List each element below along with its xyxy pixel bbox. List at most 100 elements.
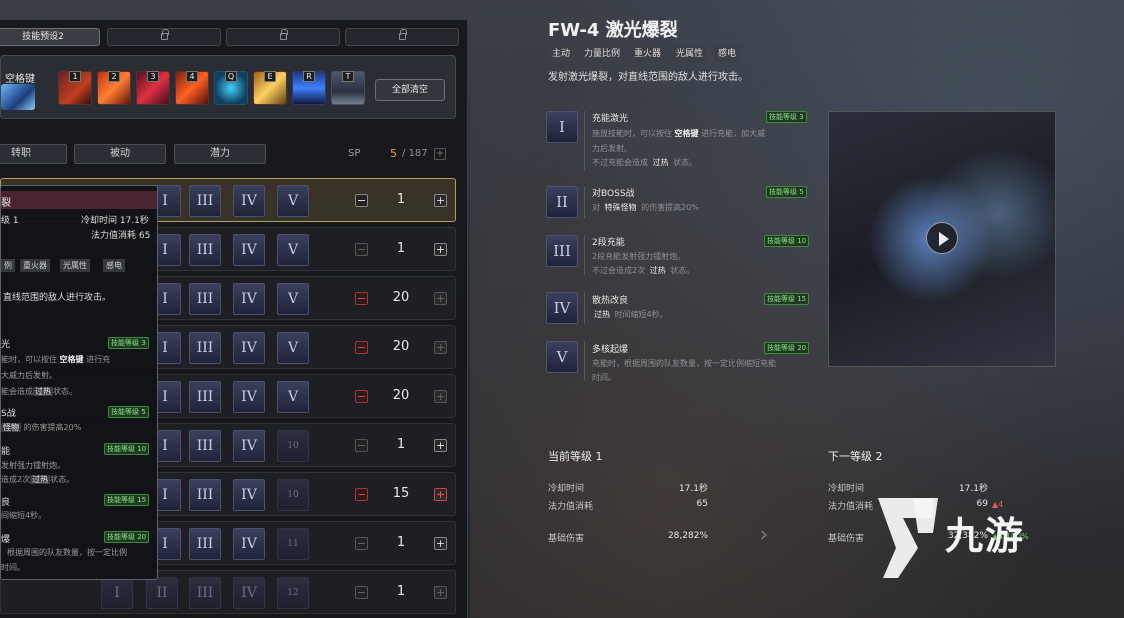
tier-upgrade-icon[interactable]: 11 bbox=[277, 528, 309, 560]
increase-level-button[interactable]: + bbox=[434, 292, 447, 305]
tier-upgrade-icon[interactable]: IV bbox=[233, 479, 265, 511]
tooltip-tier3-title: 能 bbox=[1, 447, 11, 457]
increase-level-button[interactable]: + bbox=[434, 586, 447, 599]
decrease-level-button[interactable]: − bbox=[355, 537, 368, 550]
skill-tag: 力量比例 bbox=[580, 46, 625, 62]
text: 状态。 bbox=[673, 158, 698, 167]
skill-tag: 光属性 bbox=[672, 46, 708, 62]
tier-upgrade-icon[interactable]: 12 bbox=[277, 577, 309, 609]
divider bbox=[584, 186, 585, 218]
tab-preset-locked-3[interactable] bbox=[345, 28, 459, 46]
tooltip-level: 级 1 bbox=[1, 216, 19, 226]
tier-upgrade-icon[interactable]: 10 bbox=[277, 479, 309, 511]
tier-upgrade-icon[interactable]: V bbox=[277, 381, 309, 413]
tier-upgrade-icon[interactable]: V bbox=[277, 185, 309, 217]
decrease-level-button[interactable]: − bbox=[355, 390, 368, 403]
decrease-level-button[interactable]: − bbox=[355, 194, 368, 207]
tier-upgrade-icon[interactable]: I bbox=[101, 577, 133, 609]
tier-upgrade-icon[interactable]: V bbox=[277, 332, 309, 364]
skill-slot-e[interactable]: E bbox=[253, 71, 287, 105]
tier-upgrade-icon[interactable]: IV bbox=[233, 577, 265, 609]
decrease-level-button[interactable]: − bbox=[355, 586, 368, 599]
skill-slot-q[interactable]: Q bbox=[214, 71, 248, 105]
tooltip-tier5-title: 爆 bbox=[1, 535, 11, 545]
tier-upgrade-icon[interactable]: III bbox=[189, 528, 221, 560]
tier-1-icon: I bbox=[546, 111, 578, 143]
tier-upgrade-icon[interactable]: III bbox=[189, 332, 221, 364]
skill-slot-r[interactable]: R bbox=[292, 71, 326, 105]
clear-all-button[interactable]: 全部清空 bbox=[375, 79, 445, 101]
tier-upgrade-icon[interactable]: V bbox=[277, 283, 309, 315]
divider bbox=[584, 111, 585, 171]
tooltip-desc: 直线范围的敌人进行攻击。 bbox=[3, 293, 112, 303]
skill-slot-4[interactable]: 4 bbox=[175, 71, 209, 105]
tier-upgrade-icon[interactable]: IV bbox=[233, 381, 265, 413]
decrease-level-button[interactable]: − bbox=[355, 341, 368, 354]
increase-level-button[interactable]: + bbox=[434, 439, 447, 452]
play-icon[interactable] bbox=[926, 222, 958, 254]
increase-level-button[interactable]: + bbox=[434, 341, 447, 354]
space-skill-icon[interactable] bbox=[1, 84, 35, 110]
decrease-level-button[interactable]: − bbox=[355, 243, 368, 256]
divider bbox=[584, 341, 585, 381]
tab-preset-locked-2[interactable] bbox=[226, 28, 340, 46]
key-label: 2 bbox=[108, 71, 120, 82]
tier-upgrade-icon[interactable]: IV bbox=[233, 528, 265, 560]
tier-upgrade-icon[interactable]: IV bbox=[233, 430, 265, 462]
text: 不过会造成2次 bbox=[592, 266, 646, 275]
tier-upgrade-icon[interactable]: III bbox=[189, 283, 221, 315]
tier-2-title: 对BOSS战 bbox=[592, 189, 635, 199]
decrease-level-button[interactable]: − bbox=[355, 439, 368, 452]
skill-slot-t[interactable]: T bbox=[331, 71, 365, 105]
tier-1-desc-2: 力后发射。 bbox=[592, 144, 632, 153]
stat-label: 基础伤害 bbox=[548, 534, 585, 544]
skill-slot-3[interactable]: 3 bbox=[136, 71, 170, 105]
skill-slot-2[interactable]: 2 bbox=[97, 71, 131, 105]
status-highlight: 过热 bbox=[592, 310, 612, 319]
tier-upgrade-icon[interactable]: IV bbox=[233, 234, 265, 266]
tooltip-tier3-badge: 技能等级 10 bbox=[104, 443, 150, 455]
skill-level: 1 bbox=[396, 192, 406, 207]
tier-upgrade-icon[interactable]: III bbox=[189, 381, 221, 413]
tier-upgrade-icon[interactable]: III bbox=[189, 577, 221, 609]
sp-current: 5 bbox=[390, 147, 397, 160]
text: 时间缩短4秒。 bbox=[614, 310, 668, 319]
skill-tag: 感电 bbox=[714, 46, 741, 62]
increase-level-button[interactable]: + bbox=[434, 537, 447, 550]
skill-tag: 重火器 bbox=[630, 46, 666, 62]
tooltip-title: 裂 bbox=[1, 198, 11, 209]
stat-label: 法力值消耗 bbox=[548, 502, 594, 512]
skill-slot-1[interactable]: 1 bbox=[58, 71, 92, 105]
tier-upgrade-icon[interactable]: IV bbox=[233, 332, 265, 364]
next-level-value: 2 bbox=[875, 450, 883, 463]
tier-upgrade-icon[interactable]: III bbox=[189, 185, 221, 217]
increase-level-button[interactable]: + bbox=[434, 390, 447, 403]
decrease-level-button[interactable]: − bbox=[355, 292, 368, 305]
status-highlight: 过热 bbox=[33, 387, 53, 396]
tier-upgrade-icon[interactable]: II bbox=[146, 577, 178, 609]
skill-tag: 主动 bbox=[548, 46, 575, 62]
increase-level-button[interactable]: + bbox=[434, 194, 447, 207]
tier-upgrade-icon[interactable]: V bbox=[277, 234, 309, 266]
tab-potential[interactable]: 潜力 bbox=[174, 144, 266, 164]
tier-upgrade-icon[interactable]: IV bbox=[233, 185, 265, 217]
tab-preset-locked-1[interactable] bbox=[107, 28, 221, 46]
increase-level-button[interactable]: + bbox=[434, 488, 447, 501]
tier-upgrade-icon[interactable]: III bbox=[189, 479, 221, 511]
tier-upgrade-icon[interactable]: III bbox=[189, 430, 221, 462]
decrease-level-button[interactable]: − bbox=[355, 488, 368, 501]
tab-preset-2[interactable]: 技能预设2 bbox=[0, 28, 100, 46]
increase-level-button[interactable]: + bbox=[434, 243, 447, 256]
tier-5-badge: 技能等级 20 bbox=[764, 342, 810, 354]
tier-upgrade-icon[interactable]: IV bbox=[233, 283, 265, 315]
tier-upgrade-icon[interactable]: III bbox=[189, 234, 221, 266]
tooltip-tag: 例 bbox=[1, 259, 15, 272]
tooltip-tier2-desc: 怪物 的伤害提高20% bbox=[1, 422, 81, 433]
tooltip-tag: 重火器 bbox=[20, 259, 50, 272]
tab-class[interactable]: 转职 bbox=[0, 144, 67, 164]
tier-upgrade-icon[interactable]: 10 bbox=[277, 430, 309, 462]
tab-passive[interactable]: 被动 bbox=[74, 144, 166, 164]
tier-3-desc-2: 不过会造成2次 过热 状态。 bbox=[592, 264, 694, 277]
tooltip-tier1-badge: 技能等级 3 bbox=[108, 337, 149, 349]
sp-add-button[interactable]: + bbox=[434, 148, 446, 160]
